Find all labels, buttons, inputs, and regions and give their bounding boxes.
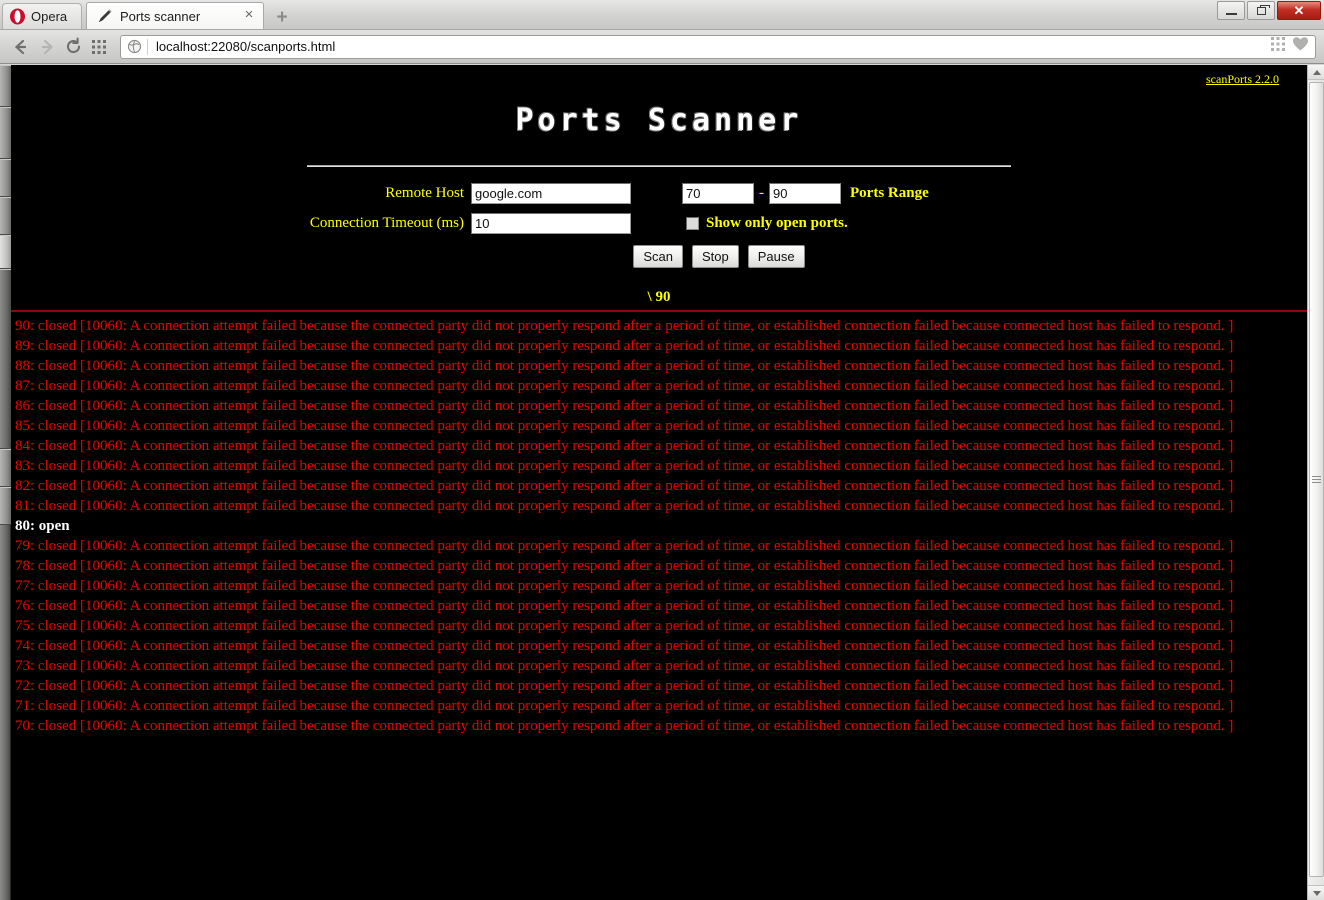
close-window-button[interactable]: ✕ <box>1277 1 1321 20</box>
log-line: 71: closed [10060: A connection attempt … <box>15 698 1234 714</box>
pause-button[interactable]: Pause <box>747 245 805 268</box>
log-line: 73: closed [10060: A connection attempt … <box>15 658 1234 674</box>
scrollbar-thumb[interactable] <box>1309 82 1324 877</box>
show-open-ports-label: Show only open ports. <box>706 215 848 231</box>
progress-status: \ 90 <box>647 289 671 305</box>
log-line: 88: closed [10060: A connection attempt … <box>15 358 1234 374</box>
connection-timeout-label: Connection Timeout (ms) <box>309 215 464 231</box>
log-line: 82: closed [10060: A connection attempt … <box>15 478 1234 494</box>
scroll-down-button[interactable] <box>1308 885 1324 900</box>
port-range-dash: - <box>759 185 764 201</box>
chevron-up-icon <box>1312 69 1321 75</box>
panel-button-7[interactable] <box>0 487 11 525</box>
reload-button[interactable] <box>60 34 86 60</box>
log-line: 72: closed [10060: A connection attempt … <box>15 678 1234 694</box>
log-line: 90: closed [10060: A connection attempt … <box>15 318 1234 334</box>
progress-divider <box>11 310 1307 312</box>
panel-spacer-1 <box>0 269 11 449</box>
page-title: Ports Scanner <box>515 103 803 138</box>
opera-menu-label: Opera <box>31 9 68 24</box>
version-link[interactable]: scanPorts 2.2.0 <box>1206 72 1279 87</box>
close-icon[interactable]: × <box>241 7 257 24</box>
opera-menu-button[interactable]: Opera <box>2 3 82 29</box>
remote-host-label: Remote Host <box>385 185 464 201</box>
scroll-up-button[interactable] <box>1308 65 1324 80</box>
address-bar-actions <box>1271 36 1311 57</box>
title-divider <box>307 165 1011 167</box>
opera-logo-icon <box>9 8 26 25</box>
log-line: 74: closed [10060: A connection attempt … <box>15 638 1234 654</box>
log-line: 80: open <box>15 518 70 534</box>
maximize-button[interactable] <box>1247 1 1275 20</box>
url-text[interactable]: localhost:22080/scanports.html <box>156 39 1271 54</box>
port-to-input[interactable] <box>769 183 841 204</box>
new-tab-button[interactable]: + <box>269 5 295 29</box>
connection-timeout-row: Connection Timeout (ms) <box>11 213 631 234</box>
panel-button-5[interactable] <box>0 235 11 269</box>
restore-icon <box>1256 4 1270 15</box>
log-line: 79: closed [10060: A connection attempt … <box>15 538 1234 554</box>
back-button[interactable] <box>8 34 34 60</box>
forward-button[interactable] <box>34 34 60 60</box>
heart-icon[interactable] <box>1292 36 1309 57</box>
log-line: 86: closed [10060: A connection attempt … <box>15 398 1234 414</box>
globe-icon <box>125 38 143 56</box>
stop-button[interactable]: Stop <box>692 245 739 268</box>
log-line: 75: closed [10060: A connection attempt … <box>15 618 1234 634</box>
scan-button[interactable]: Scan <box>633 245 683 268</box>
title-bar: Opera Ports scanner × + ✕ <box>0 0 1324 30</box>
page-viewport: scanPorts 2.2.0 Ports Scanner Remote Hos… <box>0 65 1324 900</box>
page-scrollbar[interactable] <box>1307 65 1324 900</box>
browser-tab[interactable]: Ports scanner × <box>86 2 264 29</box>
speed-dial-icon[interactable] <box>86 34 112 60</box>
address-bar[interactable]: localhost:22080/scanports.html <box>120 34 1316 59</box>
remote-host-row: Remote Host <box>11 183 631 204</box>
connection-timeout-input[interactable] <box>471 213 631 234</box>
show-open-ports-row[interactable]: Show only open ports. <box>686 215 848 232</box>
chevron-down-icon <box>1312 890 1321 896</box>
log-line: 77: closed [10060: A connection attempt … <box>15 578 1234 594</box>
port-from-input[interactable] <box>682 183 754 204</box>
panel-button-1[interactable] <box>0 65 11 107</box>
url-separator <box>147 38 148 55</box>
log-line: 85: closed [10060: A connection attempt … <box>15 418 1234 434</box>
scanner-page: scanPorts 2.2.0 Ports Scanner Remote Hos… <box>11 65 1307 900</box>
log-line: 84: closed [10060: A connection attempt … <box>15 438 1234 454</box>
log-line: 81: closed [10060: A connection attempt … <box>15 498 1234 514</box>
scan-log: 90: closed [10060: A connection attempt … <box>11 316 1307 736</box>
browser-window: Opera Ports scanner × + ✕ localhost:2208… <box>0 0 1324 900</box>
remote-host-input[interactable] <box>471 183 631 204</box>
log-line: 78: closed [10060: A connection attempt … <box>15 558 1234 574</box>
panel-button-6[interactable] <box>0 449 11 487</box>
pencil-icon <box>97 8 113 24</box>
panel-button-3[interactable] <box>0 159 11 197</box>
ports-range-label: Ports Range <box>850 185 929 201</box>
log-line: 89: closed [10060: A connection attempt … <box>15 338 1234 354</box>
show-open-ports-checkbox[interactable] <box>686 217 699 230</box>
scrollbar-grip-icon <box>1312 474 1321 485</box>
log-line: 87: closed [10060: A connection attempt … <box>15 378 1234 394</box>
scan-controls: Scan Stop Pause <box>11 245 1307 268</box>
grid-icon[interactable] <box>1271 37 1285 56</box>
ports-range-row: - Ports Range <box>682 183 929 204</box>
panel-button-2[interactable] <box>0 107 11 159</box>
scan-form: Remote Host Connection Timeout (ms) - Po… <box>11 183 1307 275</box>
log-line: 76: closed [10060: A connection attempt … <box>15 598 1234 614</box>
minimize-button[interactable] <box>1217 1 1245 20</box>
minimize-icon <box>1225 12 1237 15</box>
opera-side-panel[interactable] <box>0 65 11 900</box>
log-line: 83: closed [10060: A connection attempt … <box>15 458 1234 474</box>
window-controls: ✕ <box>1217 1 1321 20</box>
navigation-bar: localhost:22080/scanports.html <box>0 30 1324 64</box>
panel-button-4[interactable] <box>0 197 11 235</box>
log-line: 70: closed [10060: A connection attempt … <box>15 718 1234 734</box>
tab-title: Ports scanner <box>120 8 201 24</box>
